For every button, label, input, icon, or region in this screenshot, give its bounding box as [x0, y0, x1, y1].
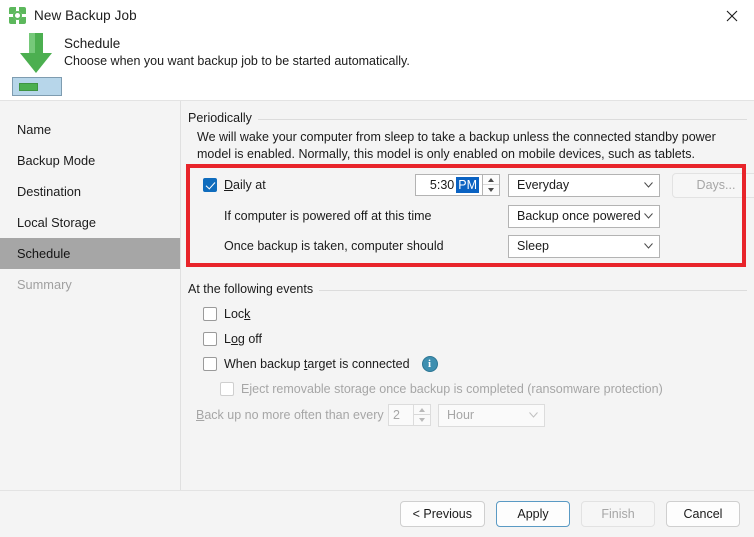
throttle-value: 2 — [393, 408, 400, 422]
powered-off-label: If computer is powered off at this time — [224, 209, 432, 223]
previous-button-label: < Previous — [412, 507, 472, 521]
sidebar-item-label: Name — [17, 122, 52, 137]
time-value: 5:30 — [429, 178, 455, 192]
cancel-button[interactable]: Cancel — [666, 501, 740, 527]
stepper-up-icon[interactable] — [483, 175, 499, 185]
periodically-description: We will wake your computer from sleep to… — [197, 130, 716, 161]
chevron-down-icon — [644, 182, 653, 188]
schedule-panel: Periodically We will wake your computer … — [181, 101, 754, 490]
days-button-label: Days... — [696, 178, 736, 192]
throttle-row: Back up no more often than every 2 Hour — [188, 401, 747, 429]
sidebar-item-label: Schedule — [17, 246, 71, 261]
days-button: Days... — [672, 172, 754, 198]
group-divider — [257, 118, 747, 120]
after-backup-label: Once backup is taken, computer should — [224, 239, 444, 253]
after-backup-value: Sleep — [517, 239, 549, 253]
sidebar-item-backup-mode[interactable]: Backup Mode — [0, 145, 180, 176]
new-backup-job-dialog: New Backup Job Schedule Choose when you … — [0, 0, 754, 537]
throttle-unit-value: Hour — [447, 408, 475, 422]
info-icon[interactable]: i — [421, 355, 438, 372]
eject-removable-storage-label: Eject removable storage once backup is c… — [241, 381, 663, 396]
sidebar-item-label: Backup Mode — [17, 153, 96, 168]
sidebar-item-name[interactable]: Name — [0, 114, 180, 145]
log-off-label[interactable]: Log off — [224, 332, 262, 346]
previous-button[interactable]: < Previous — [399, 501, 485, 527]
page-title: Schedule — [64, 36, 121, 51]
powered-off-row: If computer is powered off at this time … — [188, 201, 747, 231]
dialog-footer: < Previous Apply Finish Cancel — [0, 490, 754, 537]
backup-target-connected-row: When backup target is connected i — [188, 351, 747, 376]
frequency-select[interactable]: Everyday — [508, 173, 660, 197]
sidebar-item-label: Destination — [17, 184, 82, 199]
time-ampm: PM — [456, 177, 479, 193]
throttle-stepper — [414, 404, 431, 426]
throttle-number-input: 2 — [388, 404, 414, 426]
periodically-group-label: Periodically — [188, 111, 252, 125]
after-backup-row: Once backup is taken, computer should Sl… — [188, 231, 747, 261]
wizard-steps-sidebar: Name Backup Mode Destination Local Stora… — [0, 101, 181, 490]
events-groupbox: At the following events Lock Log off Whe… — [188, 282, 747, 429]
window-title: New Backup Job — [34, 8, 137, 23]
apply-button-label: Apply — [517, 507, 549, 521]
lock-label[interactable]: Lock — [224, 307, 250, 321]
daily-at-row: Daily at 5:30 PM Everyday Days... — [188, 169, 754, 201]
sidebar-item-local-storage[interactable]: Local Storage — [0, 207, 180, 238]
throttle-unit-select: Hour — [438, 403, 545, 427]
gear-icon — [9, 7, 26, 24]
group-divider — [319, 289, 747, 291]
page-subtitle: Choose when you want backup job to be st… — [64, 54, 410, 68]
close-icon[interactable] — [709, 0, 754, 31]
periodically-groupbox: Periodically We will wake your computer … — [188, 111, 754, 261]
chevron-down-icon — [644, 213, 653, 219]
eject-removable-storage-checkbox — [220, 381, 234, 396]
eject-removable-storage-row: Eject removable storage once backup is c… — [188, 376, 747, 401]
title-bar: New Backup Job — [0, 0, 754, 31]
powered-off-select[interactable]: Backup once powered c — [508, 204, 660, 228]
sidebar-item-summary: Summary — [0, 269, 180, 300]
download-to-drive-icon — [8, 31, 64, 100]
time-stepper[interactable] — [483, 174, 500, 196]
sidebar-item-destination[interactable]: Destination — [0, 176, 180, 207]
powered-off-value: Backup once powered c — [517, 209, 640, 223]
apply-button[interactable]: Apply — [496, 501, 570, 527]
finish-button: Finish — [581, 501, 655, 527]
sidebar-item-label: Summary — [17, 277, 72, 292]
daily-at-label[interactable]: Daily at — [224, 178, 266, 192]
backup-target-connected-checkbox[interactable] — [203, 356, 217, 371]
log-off-checkbox[interactable] — [203, 331, 217, 346]
cancel-button-label: Cancel — [683, 507, 723, 521]
chevron-down-icon — [529, 412, 538, 418]
after-backup-select[interactable]: Sleep — [508, 234, 660, 258]
sidebar-item-label: Local Storage — [17, 215, 96, 230]
stepper-down-icon — [414, 415, 430, 425]
stepper-up-icon — [414, 405, 430, 415]
stepper-down-icon[interactable] — [483, 185, 499, 195]
events-group-label: At the following events — [188, 282, 314, 296]
time-input[interactable]: 5:30 PM — [415, 174, 483, 196]
dialog-body: Name Backup Mode Destination Local Stora… — [0, 101, 754, 490]
sidebar-item-schedule[interactable]: Schedule — [0, 238, 180, 269]
log-off-row: Log off — [188, 326, 747, 351]
throttle-label: Back up no more often than every — [196, 408, 384, 422]
lock-checkbox[interactable] — [203, 306, 217, 321]
chevron-down-icon — [644, 243, 653, 249]
finish-button-label: Finish — [601, 507, 635, 521]
backup-target-connected-label[interactable]: When backup target is connected — [224, 357, 410, 371]
daily-at-checkbox[interactable] — [203, 178, 217, 192]
wizard-header: Schedule Choose when you want backup job… — [0, 31, 754, 101]
frequency-value: Everyday — [517, 178, 570, 192]
lock-row: Lock — [188, 301, 747, 326]
